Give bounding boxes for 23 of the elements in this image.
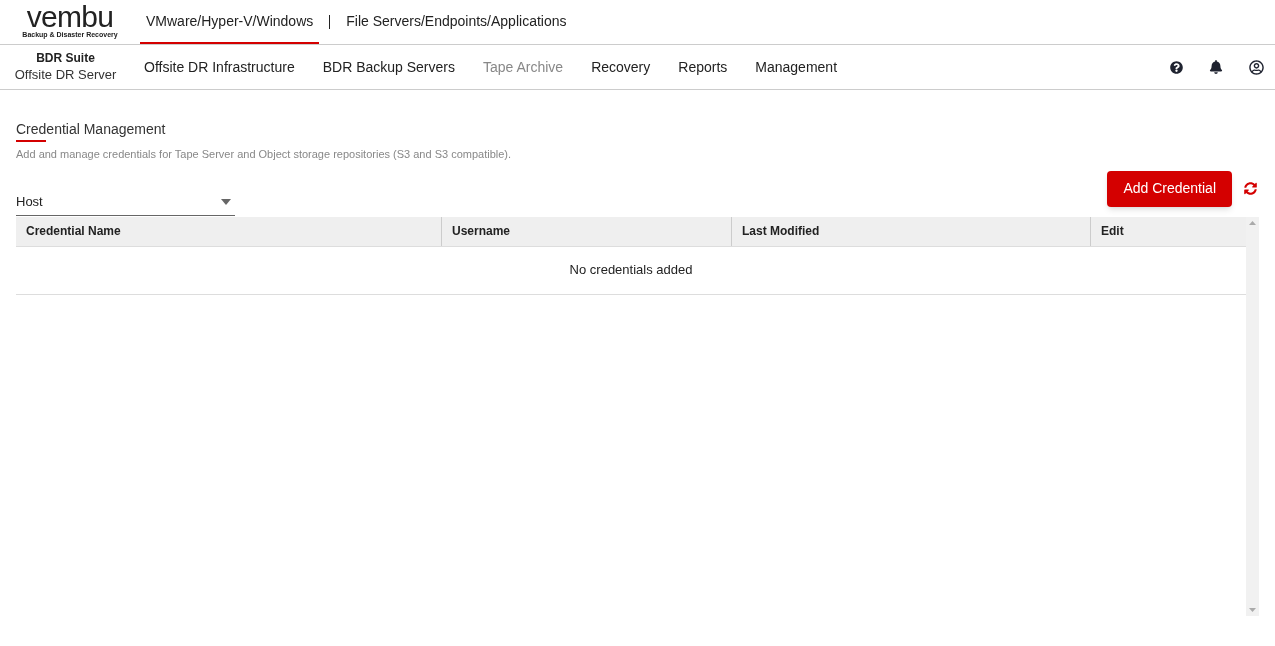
column-header: Credential Name — [25, 223, 122, 240]
nav-item[interactable]: Management — [753, 56, 840, 78]
refresh-icon[interactable] — [1244, 182, 1257, 195]
nav-item[interactable]: BDR Backup Servers — [320, 56, 457, 78]
nav-item[interactable]: Reports — [676, 56, 730, 78]
nav-item[interactable]: Offsite DR Infrastructure — [142, 56, 297, 78]
logo-wordmark: vembu — [26, 4, 114, 30]
help-icon[interactable] — [1170, 60, 1183, 74]
bell-icon[interactable] — [1209, 60, 1223, 74]
page-title: Credential Management — [16, 120, 167, 138]
caret-icon — [221, 198, 231, 205]
host-dropdown[interactable]: Host — [16, 188, 235, 216]
suite-name: BDR Suite — [36, 51, 95, 66]
product-tab[interactable]: VMware/Hyper-V/Windows — [140, 0, 320, 44]
add-credential-button[interactable]: Add Credential — [1107, 170, 1232, 207]
product-tab[interactable]: File Servers/Endpoints/Applications — [340, 0, 573, 44]
column-header: Username — [441, 216, 731, 246]
page-description: Add and manage credentials for Tape Server and Object storage repositories (S3 and S3 compatible). — [16, 147, 513, 162]
empty-message: No credentials added — [569, 261, 693, 280]
nav-item[interactable]: Recovery — [589, 56, 653, 78]
server-name: Offsite DR Server — [14, 66, 117, 83]
column-header: Last Modified — [731, 216, 1090, 246]
user-icon[interactable] — [1249, 59, 1264, 75]
